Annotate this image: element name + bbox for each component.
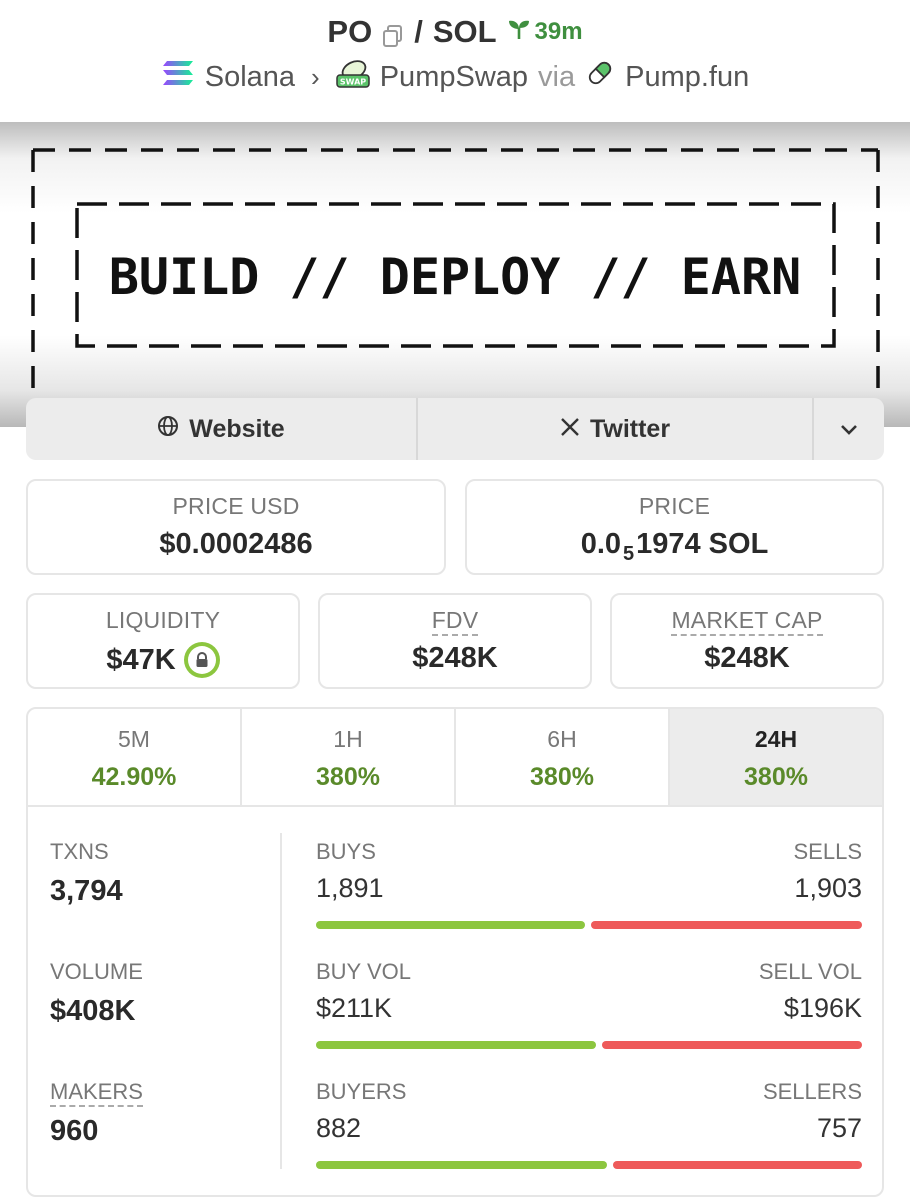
volume-value: $408K — [50, 995, 136, 1027]
dex-link[interactable]: PumpSwap — [380, 61, 528, 94]
tab-change: 380% — [530, 763, 594, 791]
tab-6h[interactable]: 6H 380% — [456, 709, 670, 805]
tab-24h[interactable]: 24H 380% — [670, 709, 882, 805]
pumpfun-logo-icon — [585, 58, 615, 96]
price-usd-value: $0.0002486 — [159, 528, 313, 560]
txns-metric: TXNS 3,794 — [50, 839, 280, 959]
liquidity-value: $47K — [106, 643, 176, 676]
price-sol-value: 0.0 5 1974 SOL — [580, 528, 769, 565]
twitter-button[interactable]: Twitter — [418, 398, 814, 460]
timeframe-tabs: 5M 42.90% 1H 380% 6H 380% 24H 380% — [28, 709, 882, 807]
globe-icon — [157, 415, 179, 444]
pair-separator: / — [414, 14, 423, 49]
buyers-sellers-row: BUYERS SELLERS 882 757 — [316, 1079, 862, 1195]
price-usd-label: PRICE USD — [172, 493, 300, 519]
chevron-right-icon: › — [311, 61, 320, 92]
seedling-icon — [507, 17, 531, 48]
pair-age-value: 39m — [534, 18, 583, 45]
sell-bar — [591, 921, 862, 929]
tab-change: 380% — [744, 763, 808, 791]
x-logo-icon — [560, 415, 580, 444]
volume-metric: VOLUME $408K — [50, 959, 280, 1079]
breadcrumb: Solana › SWAP PumpSwap via Pump.fun — [0, 58, 910, 96]
buy-vol-value: $211K — [316, 993, 393, 1023]
quote-symbol: SOL — [432, 14, 497, 49]
buys-sells-bar — [316, 921, 862, 929]
pair-header: PO / SOL 39m Solana › SWAP PumpSwap via … — [0, 0, 910, 122]
buys-value: 1,891 — [316, 873, 384, 903]
chevron-down-icon — [839, 415, 859, 444]
market-cap-card: MARKET CAP $248K — [610, 593, 884, 689]
pair-age: 39m — [507, 17, 583, 48]
copy-icon[interactable] — [382, 20, 404, 47]
tab-change: 380% — [316, 763, 380, 791]
sell-vol-value: $196K — [783, 993, 862, 1023]
buy-bar — [316, 921, 585, 929]
pumpswap-logo-icon: SWAP — [335, 58, 370, 96]
liquidity-label: LIQUIDITY — [105, 607, 221, 633]
chain-link[interactable]: Solana — [205, 61, 295, 94]
fdv-card: FDV $248K — [318, 593, 592, 689]
via-label: via — [538, 60, 576, 93]
buyers-sellers-bar — [316, 1161, 862, 1169]
market-cap-value: $248K — [704, 642, 790, 674]
price-usd-card: PRICE USD $0.0002486 — [26, 479, 446, 575]
solana-logo-icon — [161, 59, 195, 95]
fdv-value: $248K — [412, 642, 498, 674]
volume-split-bar — [316, 1041, 862, 1049]
stats-panel: 5M 42.90% 1H 380% 6H 380% 24H 380% TXNS … — [26, 707, 884, 1197]
pair-title: PO / SOL 39m — [0, 14, 910, 50]
buy-sell-column: BUYS SELLS 1,891 1,903 BUY VOL SELL VOL $21… — [316, 839, 862, 1195]
tab-change: 42.90% — [91, 763, 177, 791]
column-divider — [280, 833, 282, 1169]
lock-icon[interactable] — [183, 642, 220, 678]
banner-text: BUILD // DEPLOY // EARN — [109, 248, 801, 306]
social-links-bar: Website Twitter — [26, 398, 884, 460]
buy-bar — [316, 1041, 596, 1049]
sell-bar — [613, 1161, 862, 1169]
sell-bar — [602, 1041, 862, 1049]
base-symbol: PO — [327, 14, 373, 49]
volume-split-row: BUY VOL SELL VOL $211K $196K — [316, 959, 862, 1079]
totals-column: TXNS 3,794 VOLUME $408K MAKERS 960 — [50, 839, 280, 1195]
more-links-button[interactable] — [814, 398, 884, 460]
sells-value: 1,903 — [794, 873, 862, 903]
buys-sells-row: BUYS SELLS 1,891 1,903 — [316, 839, 862, 959]
market-cap-label[interactable]: MARKET CAP — [671, 607, 823, 636]
makers-value: 960 — [50, 1115, 99, 1147]
fdv-label[interactable]: FDV — [431, 607, 479, 636]
price-sol-card: PRICE 0.0 5 1974 SOL — [465, 479, 884, 575]
txns-value: 3,794 — [50, 875, 123, 907]
tab-5m[interactable]: 5M 42.90% — [28, 709, 242, 805]
price-sol-label: PRICE — [638, 493, 711, 519]
liquidity-card: LIQUIDITY $47K — [26, 593, 300, 689]
makers-metric: MAKERS 960 — [50, 1079, 280, 1195]
tab-1h[interactable]: 1H 380% — [242, 709, 456, 805]
website-label: Website — [189, 414, 285, 443]
price-zero-count: 5 — [623, 543, 635, 565]
buy-bar — [316, 1161, 607, 1169]
launchpad-link[interactable]: Pump.fun — [625, 61, 749, 94]
website-button[interactable]: Website — [26, 398, 418, 460]
sellers-value: 757 — [816, 1113, 862, 1143]
twitter-label: Twitter — [589, 414, 671, 443]
token-banner: BUILD // DEPLOY // EARN — [0, 122, 910, 427]
buyers-value: 882 — [316, 1113, 362, 1143]
pumpswap-badge-text: SWAP — [340, 78, 366, 87]
